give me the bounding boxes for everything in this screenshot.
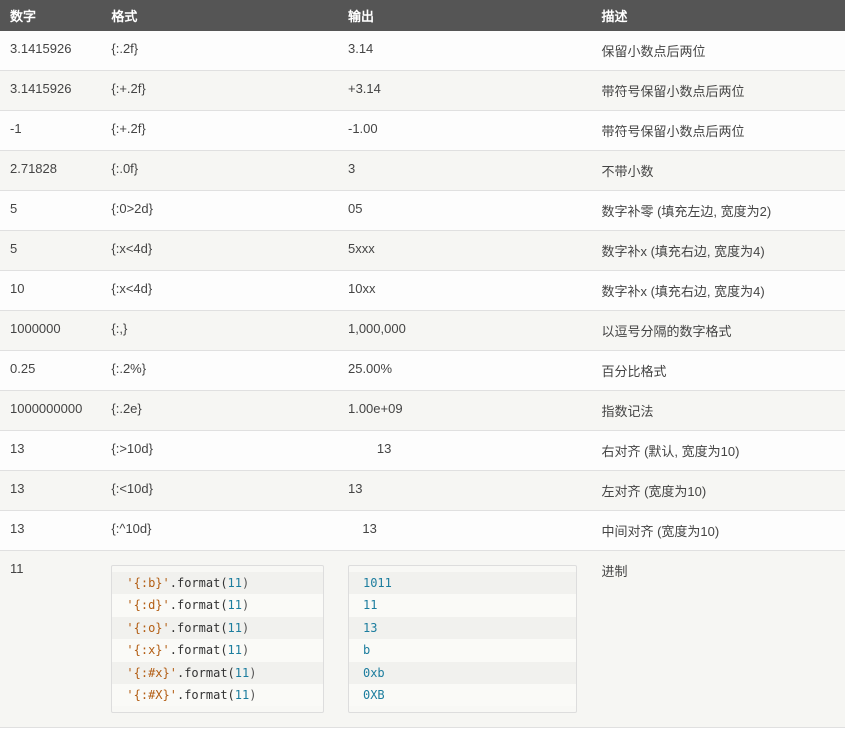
cell-number: 13 xyxy=(0,471,101,511)
code-line: '{:#X}'.format(11) xyxy=(112,684,323,706)
cell-description: 保留小数点后两位 xyxy=(591,31,845,71)
table-row: 13{:>10d} 13右对齐 (默认, 宽度为10) xyxy=(0,431,845,471)
cell-number: 13 xyxy=(0,511,101,551)
cell-output: 3.14 xyxy=(338,31,592,71)
header-row: 数字 格式 输出 描述 xyxy=(0,0,845,31)
cell-format: {:+.2f} xyxy=(101,71,338,111)
table-row: 1000000{:,}1,000,000以逗号分隔的数字格式 xyxy=(0,311,845,351)
table-row: 13{:^10d} 13中间对齐 (宽度为10) xyxy=(0,511,845,551)
cell-format: {:>10d} xyxy=(101,431,338,471)
cell-format: {:x<4d} xyxy=(101,271,338,311)
code-block-format: '{:b}'.format(11)'{:d}'.format(11)'{:o}'… xyxy=(111,565,324,713)
table-row: -1{:+.2f}-1.00带符号保留小数点后两位 xyxy=(0,111,845,151)
table-row: 11'{:b}'.format(11)'{:d}'.format(11)'{:o… xyxy=(0,551,845,728)
cell-output: 13 xyxy=(338,471,592,511)
cell-format: {:.2f} xyxy=(101,31,338,71)
cell-number: 5 xyxy=(0,191,101,231)
cell-number: 0.25 xyxy=(0,351,101,391)
cell-format: {:x<4d} xyxy=(101,231,338,271)
cell-output: 25.00% xyxy=(338,351,592,391)
cell-description: 右对齐 (默认, 宽度为10) xyxy=(591,431,845,471)
cell-output-code: 10111113b0xb0XB xyxy=(338,551,592,728)
cell-description: 左对齐 (宽度为10) xyxy=(591,471,845,511)
cell-number: 13 xyxy=(0,431,101,471)
cell-description: 带符号保留小数点后两位 xyxy=(591,71,845,111)
cell-description: 不带小数 xyxy=(591,151,845,191)
cell-number: 10 xyxy=(0,271,101,311)
header-number: 数字 xyxy=(0,0,101,31)
cell-format: {:.2e} xyxy=(101,391,338,431)
table-row: 0.25{:.2%}25.00%百分比格式 xyxy=(0,351,845,391)
cell-description: 以逗号分隔的数字格式 xyxy=(591,311,845,351)
cell-format: {:.2%} xyxy=(101,351,338,391)
cell-format: {:.0f} xyxy=(101,151,338,191)
cell-description: 数字补x (填充右边, 宽度为4) xyxy=(591,271,845,311)
header-description: 描述 xyxy=(591,0,845,31)
cell-output: 3 xyxy=(338,151,592,191)
cell-number: 5 xyxy=(0,231,101,271)
cell-format: {:<10d} xyxy=(101,471,338,511)
table-row: 3.1415926{:+.2f}+3.14带符号保留小数点后两位 xyxy=(0,71,845,111)
cell-number: 1000000 xyxy=(0,311,101,351)
cell-number: 3.1415926 xyxy=(0,71,101,111)
cell-output: 10xx xyxy=(338,271,592,311)
table-row: 5{:x<4d}5xxx数字补x (填充右边, 宽度为4) xyxy=(0,231,845,271)
cell-output: 13 xyxy=(338,511,592,551)
cell-description: 进制 xyxy=(591,551,845,728)
cell-description: 数字补零 (填充左边, 宽度为2) xyxy=(591,191,845,231)
cell-output: 1.00e+09 xyxy=(338,391,592,431)
cell-output: 5xxx xyxy=(338,231,592,271)
cell-format-code: '{:b}'.format(11)'{:d}'.format(11)'{:o}'… xyxy=(101,551,338,728)
table-row: 3.1415926{:.2f}3.14保留小数点后两位 xyxy=(0,31,845,71)
code-line: '{:o}'.format(11) xyxy=(112,617,323,639)
table-row: 5{:0>2d}05数字补零 (填充左边, 宽度为2) xyxy=(0,191,845,231)
cell-description: 百分比格式 xyxy=(591,351,845,391)
cell-description: 指数记法 xyxy=(591,391,845,431)
code-line: 13 xyxy=(349,617,577,639)
code-line: b xyxy=(349,639,577,661)
header-output: 输出 xyxy=(338,0,592,31)
table-row: 13{:<10d}13左对齐 (宽度为10) xyxy=(0,471,845,511)
cell-format: {:^10d} xyxy=(101,511,338,551)
format-table: 数字 格式 输出 描述 3.1415926{:.2f}3.14保留小数点后两位3… xyxy=(0,0,845,728)
code-line: '{:x}'.format(11) xyxy=(112,639,323,661)
cell-number: -1 xyxy=(0,111,101,151)
cell-number: 3.1415926 xyxy=(0,31,101,71)
code-line: 11 xyxy=(349,594,577,616)
cell-description: 带符号保留小数点后两位 xyxy=(591,111,845,151)
cell-number: 2.71828 xyxy=(0,151,101,191)
cell-format: {:+.2f} xyxy=(101,111,338,151)
cell-number: 1000000000 xyxy=(0,391,101,431)
code-line: '{:#x}'.format(11) xyxy=(112,662,323,684)
cell-format: {:0>2d} xyxy=(101,191,338,231)
header-format: 格式 xyxy=(101,0,338,31)
code-line: '{:b}'.format(11) xyxy=(112,572,323,594)
cell-output: 1,000,000 xyxy=(338,311,592,351)
code-line: 0XB xyxy=(349,684,577,706)
cell-number: 11 xyxy=(0,551,101,728)
cell-output: +3.14 xyxy=(338,71,592,111)
cell-output: 05 xyxy=(338,191,592,231)
table-row: 2.71828{:.0f}3不带小数 xyxy=(0,151,845,191)
table-row: 1000000000{:.2e}1.00e+09指数记法 xyxy=(0,391,845,431)
cell-output: 13 xyxy=(338,431,592,471)
code-block-output: 10111113b0xb0XB xyxy=(348,565,578,713)
cell-description: 数字补x (填充右边, 宽度为4) xyxy=(591,231,845,271)
code-line: '{:d}'.format(11) xyxy=(112,594,323,616)
cell-output: -1.00 xyxy=(338,111,592,151)
code-line: 1011 xyxy=(349,572,577,594)
cell-format: {:,} xyxy=(101,311,338,351)
cell-description: 中间对齐 (宽度为10) xyxy=(591,511,845,551)
code-line: 0xb xyxy=(349,662,577,684)
table-row: 10{:x<4d}10xx数字补x (填充右边, 宽度为4) xyxy=(0,271,845,311)
